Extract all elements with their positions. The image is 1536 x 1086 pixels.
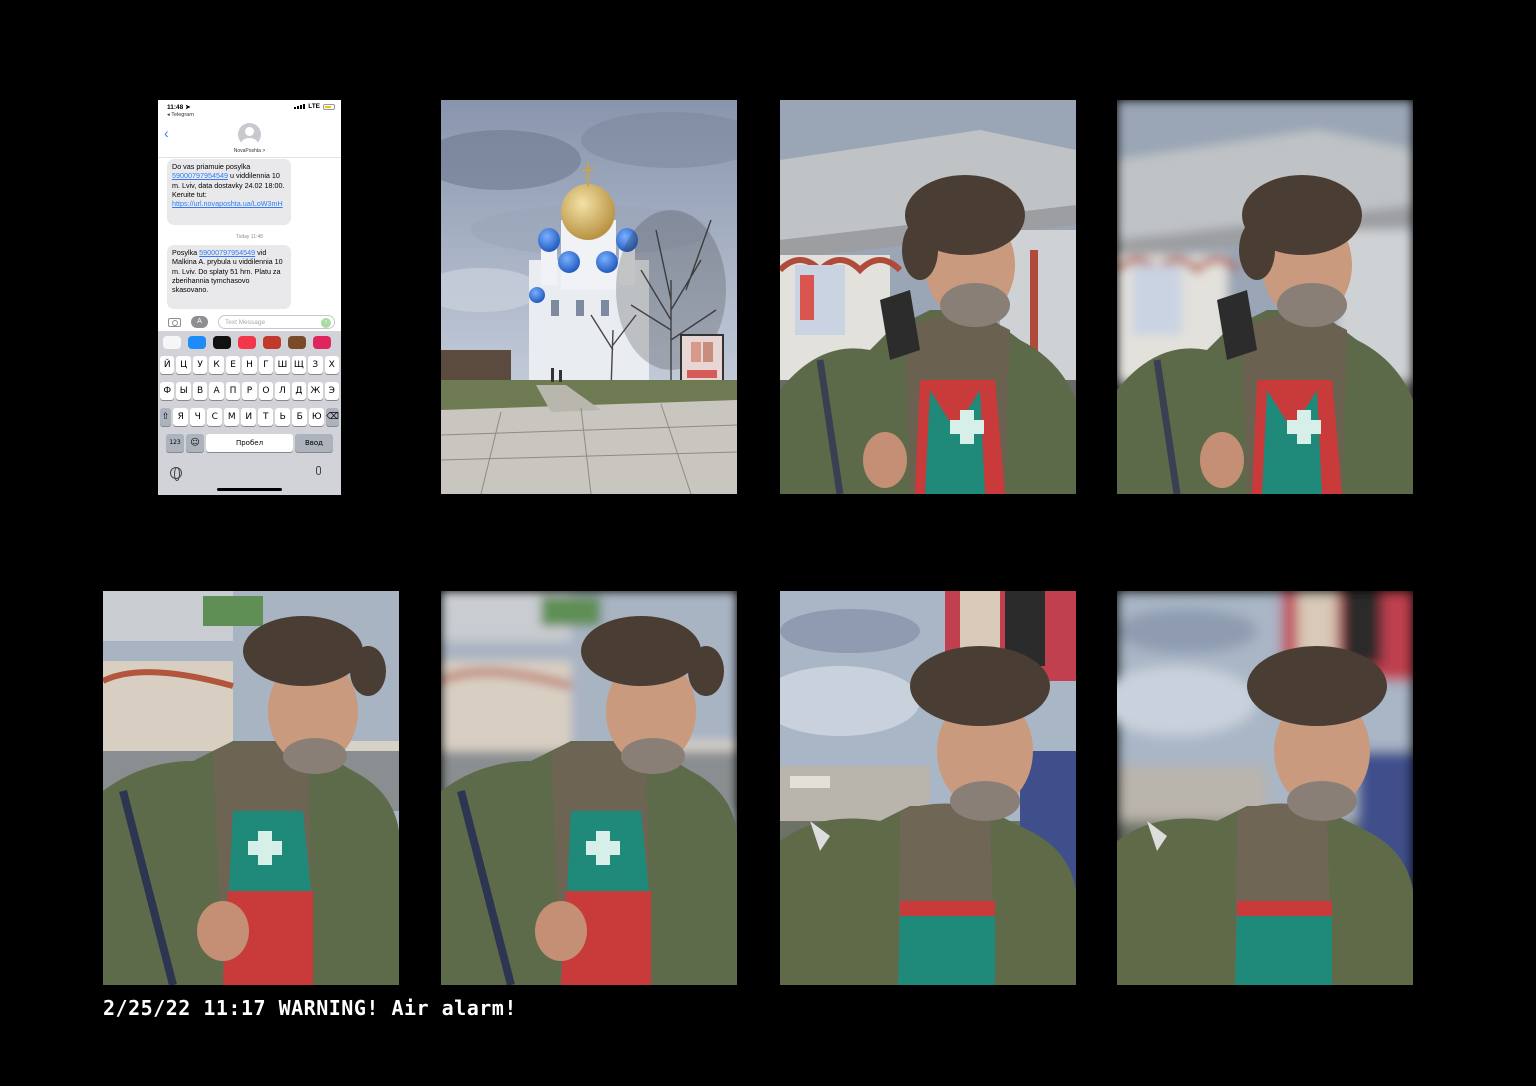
caption-text: 2/25/22 11:17 WARNING! Air alarm! <box>103 996 517 1020</box>
key-row-4: 123 ☺ Пробел Ввод <box>160 434 339 452</box>
delete-key[interactable]: ⌫ <box>326 408 339 426</box>
key-row3-5[interactable]: Т <box>258 408 274 426</box>
battery-icon <box>323 103 335 110</box>
home-indicator <box>217 488 282 491</box>
appstore-app-icon[interactable] <box>188 336 206 349</box>
back-chevron-icon[interactable]: ‹ <box>164 126 169 140</box>
cathedral-photo <box>441 100 737 494</box>
key-row1-0[interactable]: Й <box>160 356 175 374</box>
man-photo-1-blurred <box>1117 100 1413 494</box>
photos-app-icon[interactable] <box>163 336 181 349</box>
key-row1-6[interactable]: Г <box>258 356 274 374</box>
key-row-1: ЙЦУКЕНГШЩЗХ <box>160 356 339 374</box>
animoji-app-icon[interactable] <box>288 336 306 349</box>
man-photo-1 <box>780 100 1076 494</box>
key-row3-0[interactable]: Я <box>173 408 189 426</box>
message-timestamp: Today 11:48 <box>236 234 263 240</box>
message-bubble-1[interactable]: Do vas priamuie posylka 59000797954549 u… <box>167 159 291 225</box>
space-key[interactable]: Пробел <box>206 434 293 452</box>
novaposhta-url-link[interactable]: https://url.novaposhta.ua/LoW3mH <box>172 199 283 208</box>
key-row3-1[interactable]: Ч <box>190 408 206 426</box>
compose-bar: A Text Message ↑ <box>158 312 341 331</box>
key-row2-6[interactable]: О <box>258 382 274 400</box>
header-divider <box>158 157 341 158</box>
message-input[interactable]: Text Message <box>218 315 335 329</box>
message-bubble-2[interactable]: Posylka 59000797954549 vid Malkina A. pr… <box>167 245 291 309</box>
return-key[interactable]: Ввод <box>295 434 333 452</box>
app-store-icon[interactable]: A <box>191 316 208 328</box>
apple-pay-icon[interactable] <box>213 336 231 349</box>
key-row-3: ⇧ ЯЧСМИТЬБЮ ⌫ <box>160 408 339 426</box>
man-photo-2-blurred <box>441 591 737 985</box>
key-row1-10[interactable]: Х <box>324 356 339 374</box>
key-row3-7[interactable]: Б <box>292 408 308 426</box>
man-photo-2 <box>103 591 399 985</box>
keyboard: ЙЦУКЕНГШЩЗХ ФЫВАПРОЛДЖЭ ⇧ ЯЧСМИТЬБЮ ⌫ 12… <box>158 331 341 495</box>
back-to-app-link[interactable]: ◂ Telegram <box>167 112 194 118</box>
man-photo-3-blurred <box>1117 591 1413 985</box>
key-row1-5[interactable]: Н <box>242 356 257 374</box>
key-row1-3[interactable]: К <box>209 356 224 374</box>
signal-icon <box>294 104 306 109</box>
key-row1-2[interactable]: У <box>192 356 208 374</box>
key-row2-2[interactable]: В <box>192 382 208 400</box>
key-row3-8[interactable]: Ю <box>309 408 325 426</box>
key-row1-4[interactable]: Е <box>225 356 241 374</box>
key-row2-0[interactable]: Ф <box>160 382 175 400</box>
phone-screenshot: 11:48 ➤ LTE ◂ Telegram ‹ NovaPoshta > Do… <box>158 100 341 495</box>
key-row1-1[interactable]: Ц <box>176 356 191 374</box>
key-row1-8[interactable]: Щ <box>291 356 307 374</box>
key-row1-7[interactable]: Ш <box>275 356 290 374</box>
contact-avatar[interactable] <box>238 123 261 146</box>
emoji-key[interactable]: ☺ <box>186 434 204 452</box>
key-row2-1[interactable]: Ы <box>176 382 191 400</box>
key-row2-3[interactable]: А <box>209 382 224 400</box>
key-row2-7[interactable]: Л <box>275 382 290 400</box>
man-photo-3 <box>780 591 1076 985</box>
key-row2-5[interactable]: Р <box>242 382 257 400</box>
music-app-icon[interactable] <box>238 336 256 349</box>
status-time: 11:48 ➤ <box>167 104 191 111</box>
contact-name[interactable]: NovaPoshta > <box>158 148 341 154</box>
key-row2-9[interactable]: Ж <box>308 382 323 400</box>
tracking-link-1[interactable]: 59000797954549 <box>172 171 228 180</box>
globe-icon[interactable] <box>170 467 182 481</box>
key-row-2: ФЫВАПРОЛДЖЭ <box>160 382 339 400</box>
status-indicators: LTE <box>294 103 335 110</box>
shift-key[interactable]: ⇧ <box>160 408 172 426</box>
key-row3-3[interactable]: М <box>224 408 240 426</box>
microphone-icon[interactable] <box>316 466 321 475</box>
memoji-app-icon[interactable] <box>263 336 281 349</box>
key-row2-10[interactable]: Э <box>324 382 339 400</box>
key-row3-2[interactable]: С <box>207 408 223 426</box>
key-row3-6[interactable]: Ь <box>275 408 291 426</box>
numbers-key[interactable]: 123 <box>166 434 184 452</box>
key-row3-4[interactable]: И <box>241 408 257 426</box>
send-arrow-icon[interactable]: ↑ <box>321 318 331 328</box>
tracking-link-2[interactable]: 59000797954549 <box>199 248 255 257</box>
heart-app-icon[interactable] <box>313 336 331 349</box>
imessage-apps-row <box>163 336 331 349</box>
key-row2-8[interactable]: Д <box>291 382 307 400</box>
key-row2-4[interactable]: П <box>225 382 241 400</box>
camera-icon[interactable] <box>168 318 181 327</box>
network-label: LTE <box>308 103 320 110</box>
key-row1-9[interactable]: З <box>308 356 323 374</box>
